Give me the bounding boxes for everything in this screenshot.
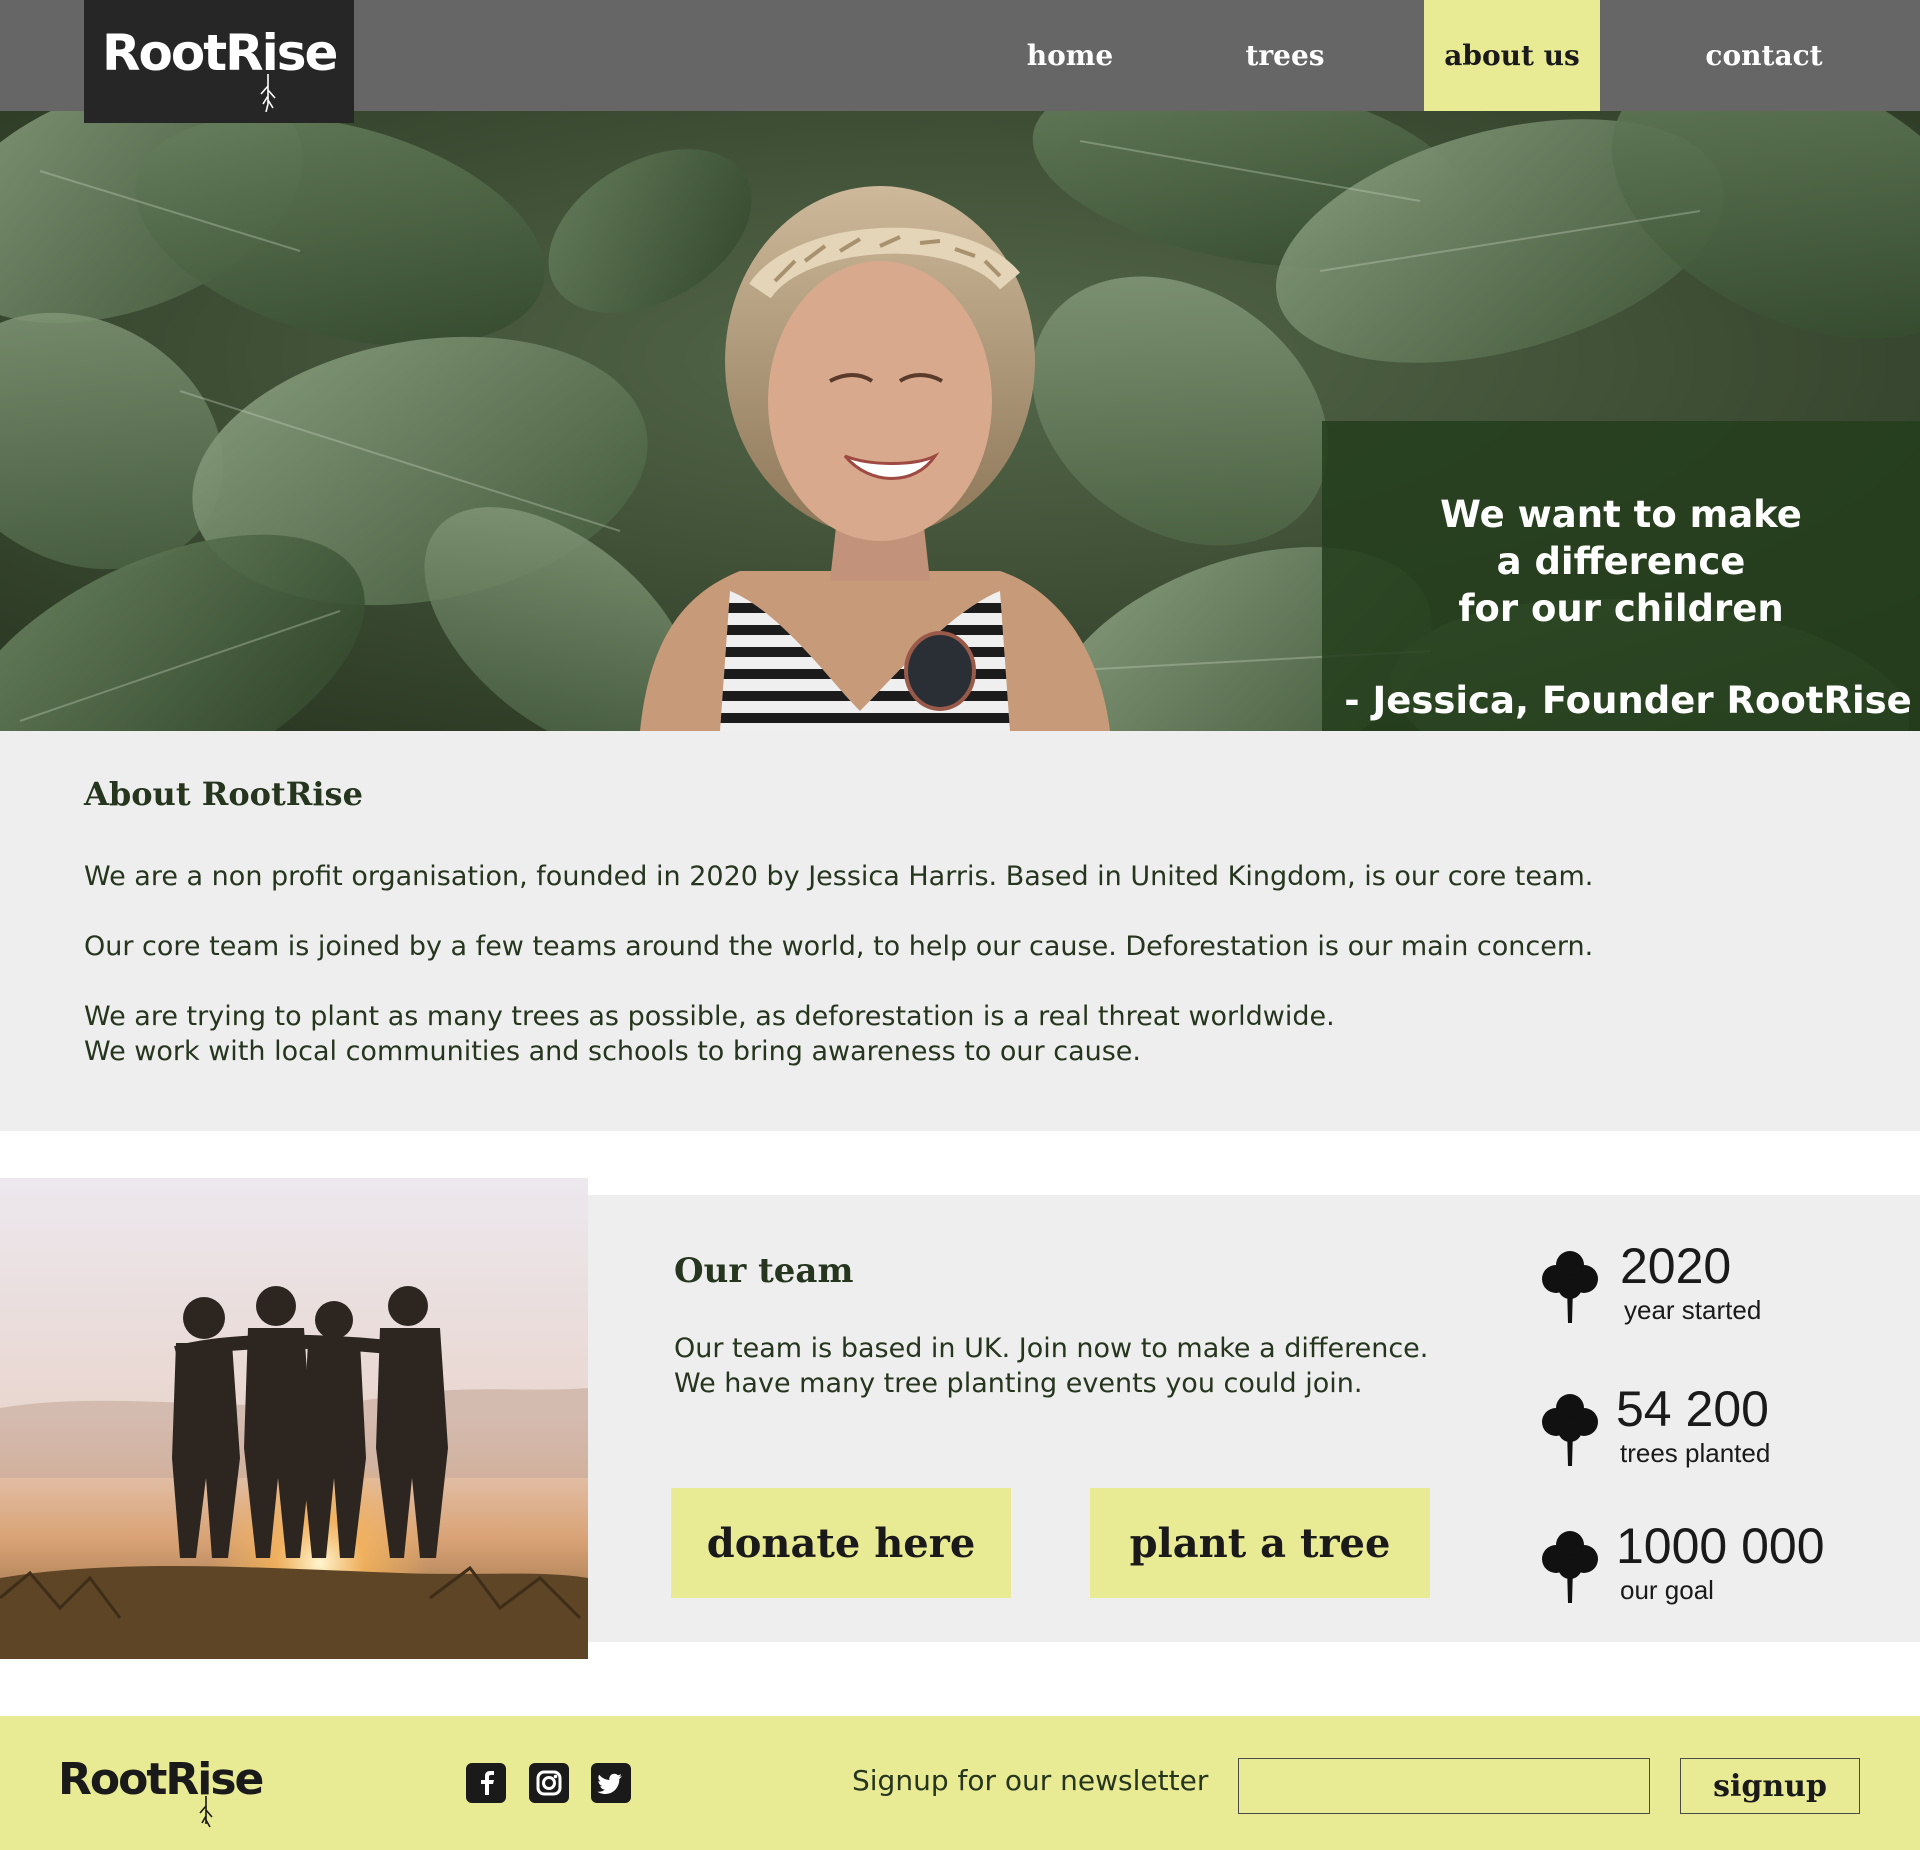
nav-home[interactable]: home [1000, 0, 1140, 111]
nav-trees[interactable]: trees [1215, 0, 1355, 111]
stat-year-started: 2020 year started [1538, 1237, 1858, 1327]
instagram-icon[interactable] [529, 1763, 569, 1803]
facebook-icon[interactable] [466, 1763, 506, 1803]
about-paragraph-3: We are trying to plant as many trees as … [84, 1001, 1335, 1032]
hero-banner: We want to make a difference for our chi… [0, 111, 1920, 731]
newsletter-email-input[interactable] [1238, 1758, 1650, 1814]
plant-tree-button[interactable]: plant a tree [1090, 1488, 1430, 1598]
nav-contact[interactable]: contact [1690, 0, 1838, 111]
stat-value: 54 200 [1616, 1381, 1769, 1437]
root-logo-icon [260, 74, 276, 112]
stat-trees-planted: 54 200 trees planted [1538, 1380, 1858, 1470]
newsletter-label: Signup for our newsletter [852, 1764, 1209, 1797]
about-paragraph-2: Our core team is joined by a few teams a… [84, 931, 1594, 962]
founder-quote-box: We want to make a difference for our chi… [1322, 421, 1920, 731]
team-line-1: Our team is based in UK. Join now to mak… [674, 1333, 1429, 1364]
root-logo-icon [199, 1796, 213, 1828]
logo-text: RootRise [102, 24, 338, 82]
stat-value: 2020 [1620, 1238, 1732, 1294]
signup-button[interactable]: signup [1680, 1758, 1860, 1814]
tree-icon [1542, 1531, 1598, 1603]
footer-logo[interactable]: RootRise [58, 1754, 264, 1805]
founder-quote: We want to make a difference for our chi… [1440, 493, 1802, 630]
team-line-2: We have many tree planting events you co… [674, 1368, 1363, 1399]
tree-icon [1542, 1394, 1598, 1466]
stat-value: 1000 000 [1616, 1518, 1825, 1574]
team-title: Our team [674, 1251, 854, 1291]
team-section: Our team Our team is based in UK. Join n… [588, 1195, 1920, 1642]
founder-quote-author: - Jessica, Founder RootRise [1344, 679, 1912, 722]
site-footer: RootRise Signup for our newsletter signu… [0, 1716, 1920, 1850]
stat-label: trees planted [1620, 1438, 1771, 1468]
about-title: About RootRise [84, 775, 363, 813]
donate-button[interactable]: donate here [671, 1488, 1011, 1598]
twitter-icon[interactable] [591, 1763, 631, 1803]
about-section: About RootRise We are a non profit organ… [0, 731, 1920, 1131]
stat-label: our goal [1620, 1575, 1714, 1605]
stat-label: year started [1624, 1295, 1762, 1325]
site-logo[interactable]: RootRise [84, 0, 354, 123]
about-paragraph-1: We are a non profit organisation, founde… [84, 861, 1594, 892]
about-paragraph-4: We work with local communities and schoo… [84, 1036, 1141, 1067]
tree-icon [1542, 1251, 1598, 1323]
site-header: RootRise home trees about us contact [0, 0, 1920, 123]
team-photo [0, 1178, 588, 1659]
nav-about-us[interactable]: about us [1424, 0, 1600, 123]
stat-our-goal: 1000 000 our goal [1538, 1517, 1858, 1607]
